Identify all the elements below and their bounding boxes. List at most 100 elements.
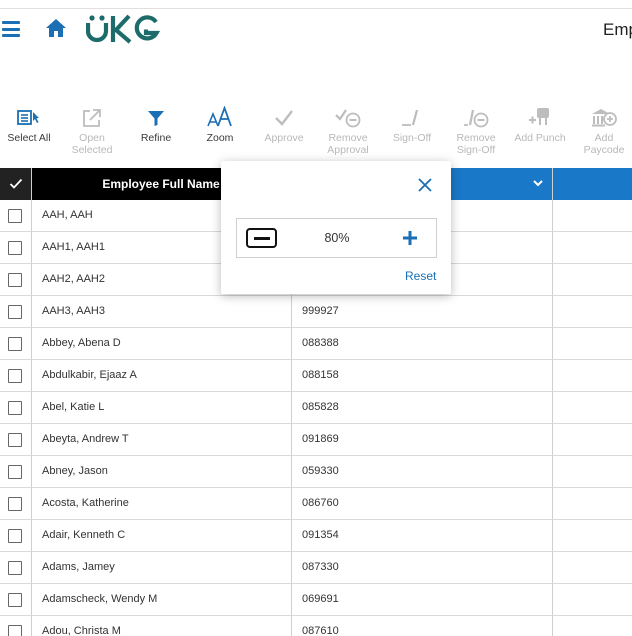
zoom-stepper: 80% (236, 218, 437, 258)
employee-name: AAH3, AAH3 (42, 305, 105, 317)
table-row[interactable]: AAH3, AAH3 999927 (0, 296, 632, 328)
remove-sign-off-button[interactable]: Remove Sign-Off (444, 104, 508, 156)
employee-id: 091354 (302, 529, 339, 541)
employee-id: 088388 (302, 337, 339, 349)
employee-name: Acosta, Katherine (42, 497, 129, 509)
employee-id: 087610 (302, 625, 339, 636)
employee-name: Abeyta, Andrew T (42, 433, 129, 445)
zoom-reset-link[interactable]: Reset (405, 269, 436, 283)
employee-name: Adou, Christa M (42, 625, 121, 636)
row-checkbox[interactable] (8, 241, 22, 255)
plus-icon[interactable] (402, 230, 418, 246)
add-punch-label: Add Punch (514, 132, 566, 144)
open-selected-icon (83, 109, 101, 127)
add-paycode-icon (592, 109, 617, 127)
employee-name: Abney, Jason (42, 465, 108, 477)
remove-approval-label-1: Remove (328, 132, 368, 144)
toolbar: Select All Open Selected Refine Zoom App… (0, 104, 632, 160)
minus-icon (253, 236, 270, 240)
table-row[interactable]: Abeyta, Andrew T 091869 (0, 424, 632, 456)
chevron-down-icon[interactable] (532, 177, 544, 189)
sign-off-label: Sign-Off (392, 132, 432, 144)
table-row[interactable]: Adamscheck, Wendy M 069691 (0, 584, 632, 616)
select-all-button[interactable]: Select All (0, 104, 61, 144)
refine-label: Refine (140, 132, 172, 144)
employee-id: 087330 (302, 561, 339, 573)
employee-name: Abel, Katie L (42, 401, 105, 413)
employee-name: Abdulkabir, Ejaaz A (42, 369, 137, 381)
approve-button[interactable]: Approve (252, 104, 316, 144)
remove-sign-off-label-1: Remove (456, 132, 496, 144)
employee-name: AAH2, AAH2 (42, 273, 105, 285)
row-checkbox[interactable] (8, 529, 22, 543)
remove-sign-off-icon (464, 109, 489, 128)
employee-id: 091869 (302, 433, 339, 445)
sign-off-button[interactable]: Sign-Off (380, 104, 444, 144)
select-all-icon (17, 110, 39, 125)
add-punch-button[interactable]: Add Punch (508, 104, 572, 144)
row-checkbox[interactable] (8, 369, 22, 383)
employee-name: AAH, AAH (42, 209, 93, 221)
hamburger-menu-icon[interactable] (2, 21, 20, 37)
employee-name: AAH1, AAH1 (42, 241, 105, 253)
row-checkbox[interactable] (8, 433, 22, 447)
row-checkbox[interactable] (8, 561, 22, 575)
add-paycode-button[interactable]: Add Paycode (572, 104, 632, 156)
close-icon[interactable] (418, 178, 432, 192)
table-row[interactable]: Adou, Christa M 087610 (0, 616, 632, 636)
add-paycode-label-1: Add (594, 132, 614, 144)
app-header: Emp (0, 10, 632, 50)
table-row[interactable]: Abney, Jason 059330 (0, 456, 632, 488)
employee-name: Adams, Jamey (42, 561, 115, 573)
table-row[interactable]: Adair, Kenneth C 091354 (0, 520, 632, 552)
open-selected-button[interactable]: Open Selected (60, 104, 124, 156)
table-row[interactable]: Acosta, Katherine 086760 (0, 488, 632, 520)
row-checkbox[interactable] (8, 401, 22, 415)
add-paycode-label-2: Paycode (583, 144, 625, 156)
table-row[interactable]: Adams, Jamey 087330 (0, 552, 632, 584)
employee-id: 059330 (302, 465, 339, 477)
zoom-level: 80% (324, 231, 350, 245)
table-row[interactable]: Abel, Katie L 085828 (0, 392, 632, 424)
table-row[interactable]: Abbey, Abena D 088388 (0, 328, 632, 360)
employee-id: 085828 (302, 401, 339, 413)
remove-approval-label-2: Approval (327, 144, 369, 156)
refine-button[interactable]: Refine (124, 104, 188, 144)
select-all-label: Select All (7, 132, 51, 144)
zoom-label: Zoom (206, 132, 234, 144)
open-selected-label-1: Open (79, 132, 105, 144)
remove-approval-icon (335, 109, 361, 128)
refine-icon (148, 111, 164, 126)
zoom-popup: 80% Reset (221, 161, 451, 294)
employee-id: 069691 (302, 593, 339, 605)
select-all-checkbox[interactable] (0, 168, 31, 200)
zoom-out-button[interactable] (246, 228, 277, 248)
employee-id: 088158 (302, 369, 339, 381)
approve-label: Approve (264, 132, 304, 144)
top-divider (0, 8, 632, 9)
row-checkbox[interactable] (8, 497, 22, 511)
sign-off-icon (402, 109, 419, 126)
row-checkbox[interactable] (8, 625, 22, 636)
row-checkbox[interactable] (8, 273, 22, 287)
home-icon[interactable] (45, 18, 67, 43)
row-checkbox[interactable] (8, 305, 22, 319)
zoom-icon (207, 106, 232, 127)
ukg-logo[interactable] (85, 14, 161, 49)
zoom-button[interactable]: Zoom (188, 104, 252, 144)
table-row[interactable]: Abdulkabir, Ejaaz A 088158 (0, 360, 632, 392)
employee-id: 086760 (302, 497, 339, 509)
approve-icon (275, 110, 293, 126)
check-icon (9, 178, 22, 189)
employee-name: Adamscheck, Wendy M (42, 593, 158, 605)
row-checkbox[interactable] (8, 593, 22, 607)
remove-approval-button[interactable]: Remove Approval (316, 104, 380, 156)
employee-name: Adair, Kenneth C (42, 529, 126, 541)
add-punch-icon (529, 108, 549, 125)
open-selected-label-2: Selected (71, 144, 113, 156)
row-checkbox[interactable] (8, 209, 22, 223)
row-checkbox[interactable] (8, 465, 22, 479)
row-checkbox[interactable] (8, 337, 22, 351)
employee-id: 999927 (302, 305, 339, 317)
employee-name: Abbey, Abena D (42, 337, 121, 349)
